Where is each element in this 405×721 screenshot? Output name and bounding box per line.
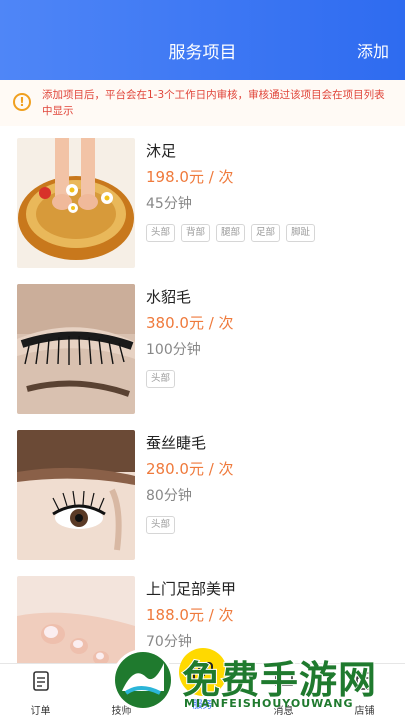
- service-list: 沐足 198.0元 / 次 45分钟 头部 背部 腿部 足部 脚趾 水貂毛 38…: [0, 126, 405, 710]
- tag: 头部: [146, 224, 176, 242]
- service-price: 188.0元 / 次: [146, 606, 234, 624]
- notice-text: 添加项目后，平台会在1-3个工作日内审核，审核通过该项目会在项目列表中显示: [42, 89, 385, 117]
- order-icon: [32, 671, 49, 691]
- review-notice: ! 添加项目后，平台会在1-3个工作日内审核，审核通过该项目会在项目列表中显示: [0, 80, 405, 126]
- tab-label: 订单: [30, 706, 51, 717]
- tag: 脚趾: [286, 224, 316, 242]
- service-item[interactable]: 水貂毛 380.0元 / 次 100分钟 头部: [0, 272, 405, 418]
- warning-icon: !: [13, 93, 31, 111]
- tag: 头部: [146, 516, 176, 534]
- service-tags: 头部: [146, 370, 176, 388]
- tab-orders[interactable]: 订单: [0, 670, 81, 717]
- service-name: 水貂毛: [146, 288, 192, 306]
- watermark-text: 免费手游网: [181, 657, 378, 703]
- tag: 背部: [181, 224, 211, 242]
- service-name: 沐足: [146, 142, 177, 160]
- service-price: 280.0元 / 次: [146, 460, 234, 478]
- service-price: 198.0元 / 次: [146, 168, 234, 186]
- site-watermark: 免费手游网 MIANFEISHOUYOUWANG: [110, 645, 405, 720]
- page-title: 服务项目: [168, 43, 237, 63]
- eyelash-open-image: [17, 430, 135, 560]
- service-name: 上门足部美甲: [146, 580, 237, 598]
- header-bar: 服务项目 添加: [0, 0, 405, 80]
- service-duration: 100分钟: [146, 342, 201, 358]
- watermark-subtext: MIANFEISHOUYOUWANG: [184, 697, 354, 710]
- service-price: 380.0元 / 次: [146, 314, 234, 332]
- service-tags: 头部: [146, 516, 176, 534]
- add-button[interactable]: 添加: [357, 38, 389, 62]
- service-name: 蚕丝睫毛: [146, 434, 207, 452]
- tag: 腿部: [216, 224, 246, 242]
- tag: 足部: [251, 224, 281, 242]
- service-item[interactable]: 沐足 198.0元 / 次 45分钟 头部 背部 腿部 足部 脚趾: [0, 126, 405, 272]
- service-tags: 头部 背部 腿部 足部 脚趾: [146, 224, 316, 242]
- service-duration: 45分钟: [146, 196, 192, 212]
- watermark-logo-icon: [112, 649, 174, 711]
- service-duration: 80分钟: [146, 488, 192, 504]
- eyelash-closed-image: [17, 284, 135, 414]
- service-item[interactable]: 蚕丝睫毛 280.0元 / 次 80分钟 头部: [0, 418, 405, 564]
- foot-bath-image: [17, 138, 135, 268]
- tag: 头部: [146, 370, 176, 388]
